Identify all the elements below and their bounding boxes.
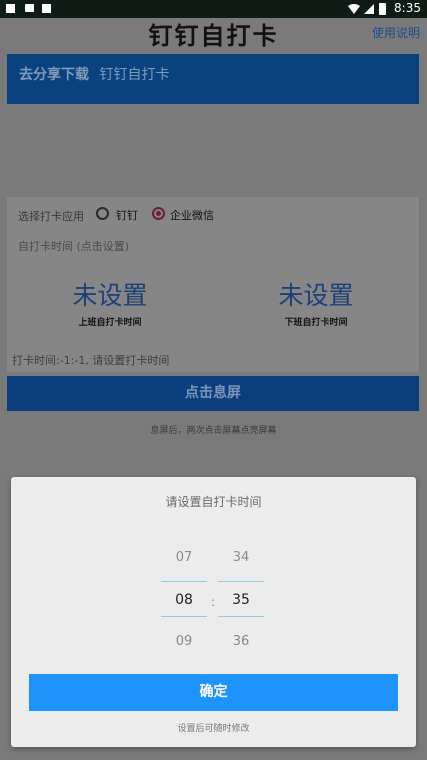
start-time-value[interactable]: 未设置 xyxy=(25,276,195,312)
share-banner-appname: 钉钉自打卡 xyxy=(99,67,170,83)
radio-dingding-label[interactable]: 钉钉 xyxy=(116,207,138,223)
status-time: 8:35 xyxy=(394,1,421,15)
hour-next[interactable]: 09 xyxy=(161,634,207,649)
clock-status: 打卡时间:-1:-1, 请设置打卡时间 xyxy=(12,354,170,367)
choose-app-label: 选择打卡应用 xyxy=(18,210,84,223)
time-hint: 自打卡时间 (点击设置) xyxy=(18,240,130,253)
start-time-label: 上班自打卡时间 xyxy=(78,318,142,328)
radio-dingding[interactable] xyxy=(96,207,109,220)
radio-wecom[interactable] xyxy=(152,207,165,220)
minute-divider-top xyxy=(218,581,264,582)
minute-selected[interactable]: 35 xyxy=(218,592,264,608)
wifi-icon xyxy=(348,4,360,14)
sleep-button[interactable]: 点击息屏 xyxy=(7,376,419,411)
share-banner-action: 去分享下载 xyxy=(19,67,89,83)
signal-icon xyxy=(364,4,374,14)
page-title: 钉钉自打卡 xyxy=(148,22,279,50)
dialog-title: 请设置自打卡时间 xyxy=(165,495,262,509)
battery-icon xyxy=(379,3,386,15)
dialog-note: 设置后可随时修改 xyxy=(177,724,250,734)
message-icon xyxy=(25,4,34,12)
status-bar: 8:35 xyxy=(0,0,427,18)
confirm-button[interactable]: 确定 xyxy=(29,674,398,711)
share-banner[interactable]: 去分享下载 钉钉自打卡 xyxy=(7,54,419,104)
sleep-hint: 息屏后，两次点击屏幕点亮屏幕 xyxy=(150,426,277,436)
hour-selected[interactable]: 08 xyxy=(161,592,207,608)
hour-divider-bottom xyxy=(161,616,207,617)
end-time-label: 下班自打卡时间 xyxy=(284,318,348,328)
end-time-value[interactable]: 未设置 xyxy=(231,276,401,312)
download-icon xyxy=(42,4,51,13)
help-link[interactable]: 使用说明 xyxy=(372,24,420,41)
square-icon xyxy=(6,4,15,13)
hour-prev[interactable]: 07 xyxy=(161,550,207,565)
minute-divider-bottom xyxy=(218,616,264,617)
hour-divider-top xyxy=(161,581,207,582)
minute-next[interactable]: 36 xyxy=(218,634,264,649)
minute-prev[interactable]: 34 xyxy=(218,550,264,565)
radio-wecom-label[interactable]: 企业微信 xyxy=(170,207,214,223)
